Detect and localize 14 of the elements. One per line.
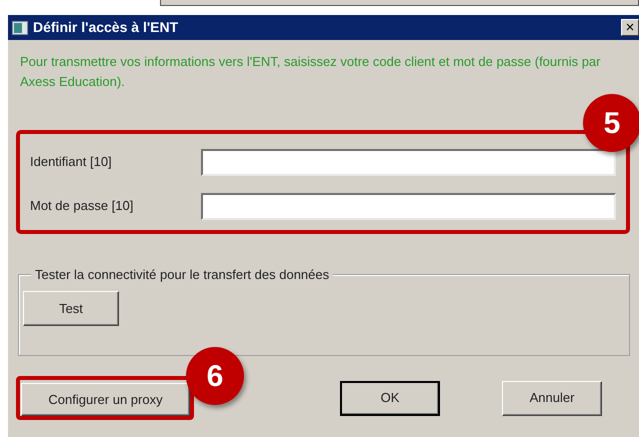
window-title: Définir l'accès à l'ENT bbox=[33, 18, 178, 37]
close-button[interactable]: × bbox=[621, 19, 639, 36]
proxy-button[interactable]: Configurer un proxy bbox=[21, 383, 190, 416]
dialog-button[interactable]: OK bbox=[340, 380, 440, 416]
test-button[interactable]: Test bbox=[23, 291, 119, 326]
callout-badge: 6 bbox=[186, 347, 244, 405]
field-label: Mot de passe [10] bbox=[30, 197, 134, 216]
callout-badge: 5 bbox=[583, 94, 639, 152]
field-label: Identifiant [10] bbox=[30, 153, 113, 172]
dialog-button[interactable]: Annuler bbox=[502, 380, 602, 416]
instruction-text: Pour transmettre vos informations vers l'ENT, saisissez votre code client et mot de passe (fournis par Axess Education). bbox=[19, 53, 602, 91]
app-icon bbox=[12, 20, 28, 34]
input-field[interactable] bbox=[201, 148, 616, 176]
input-field[interactable] bbox=[201, 192, 616, 220]
